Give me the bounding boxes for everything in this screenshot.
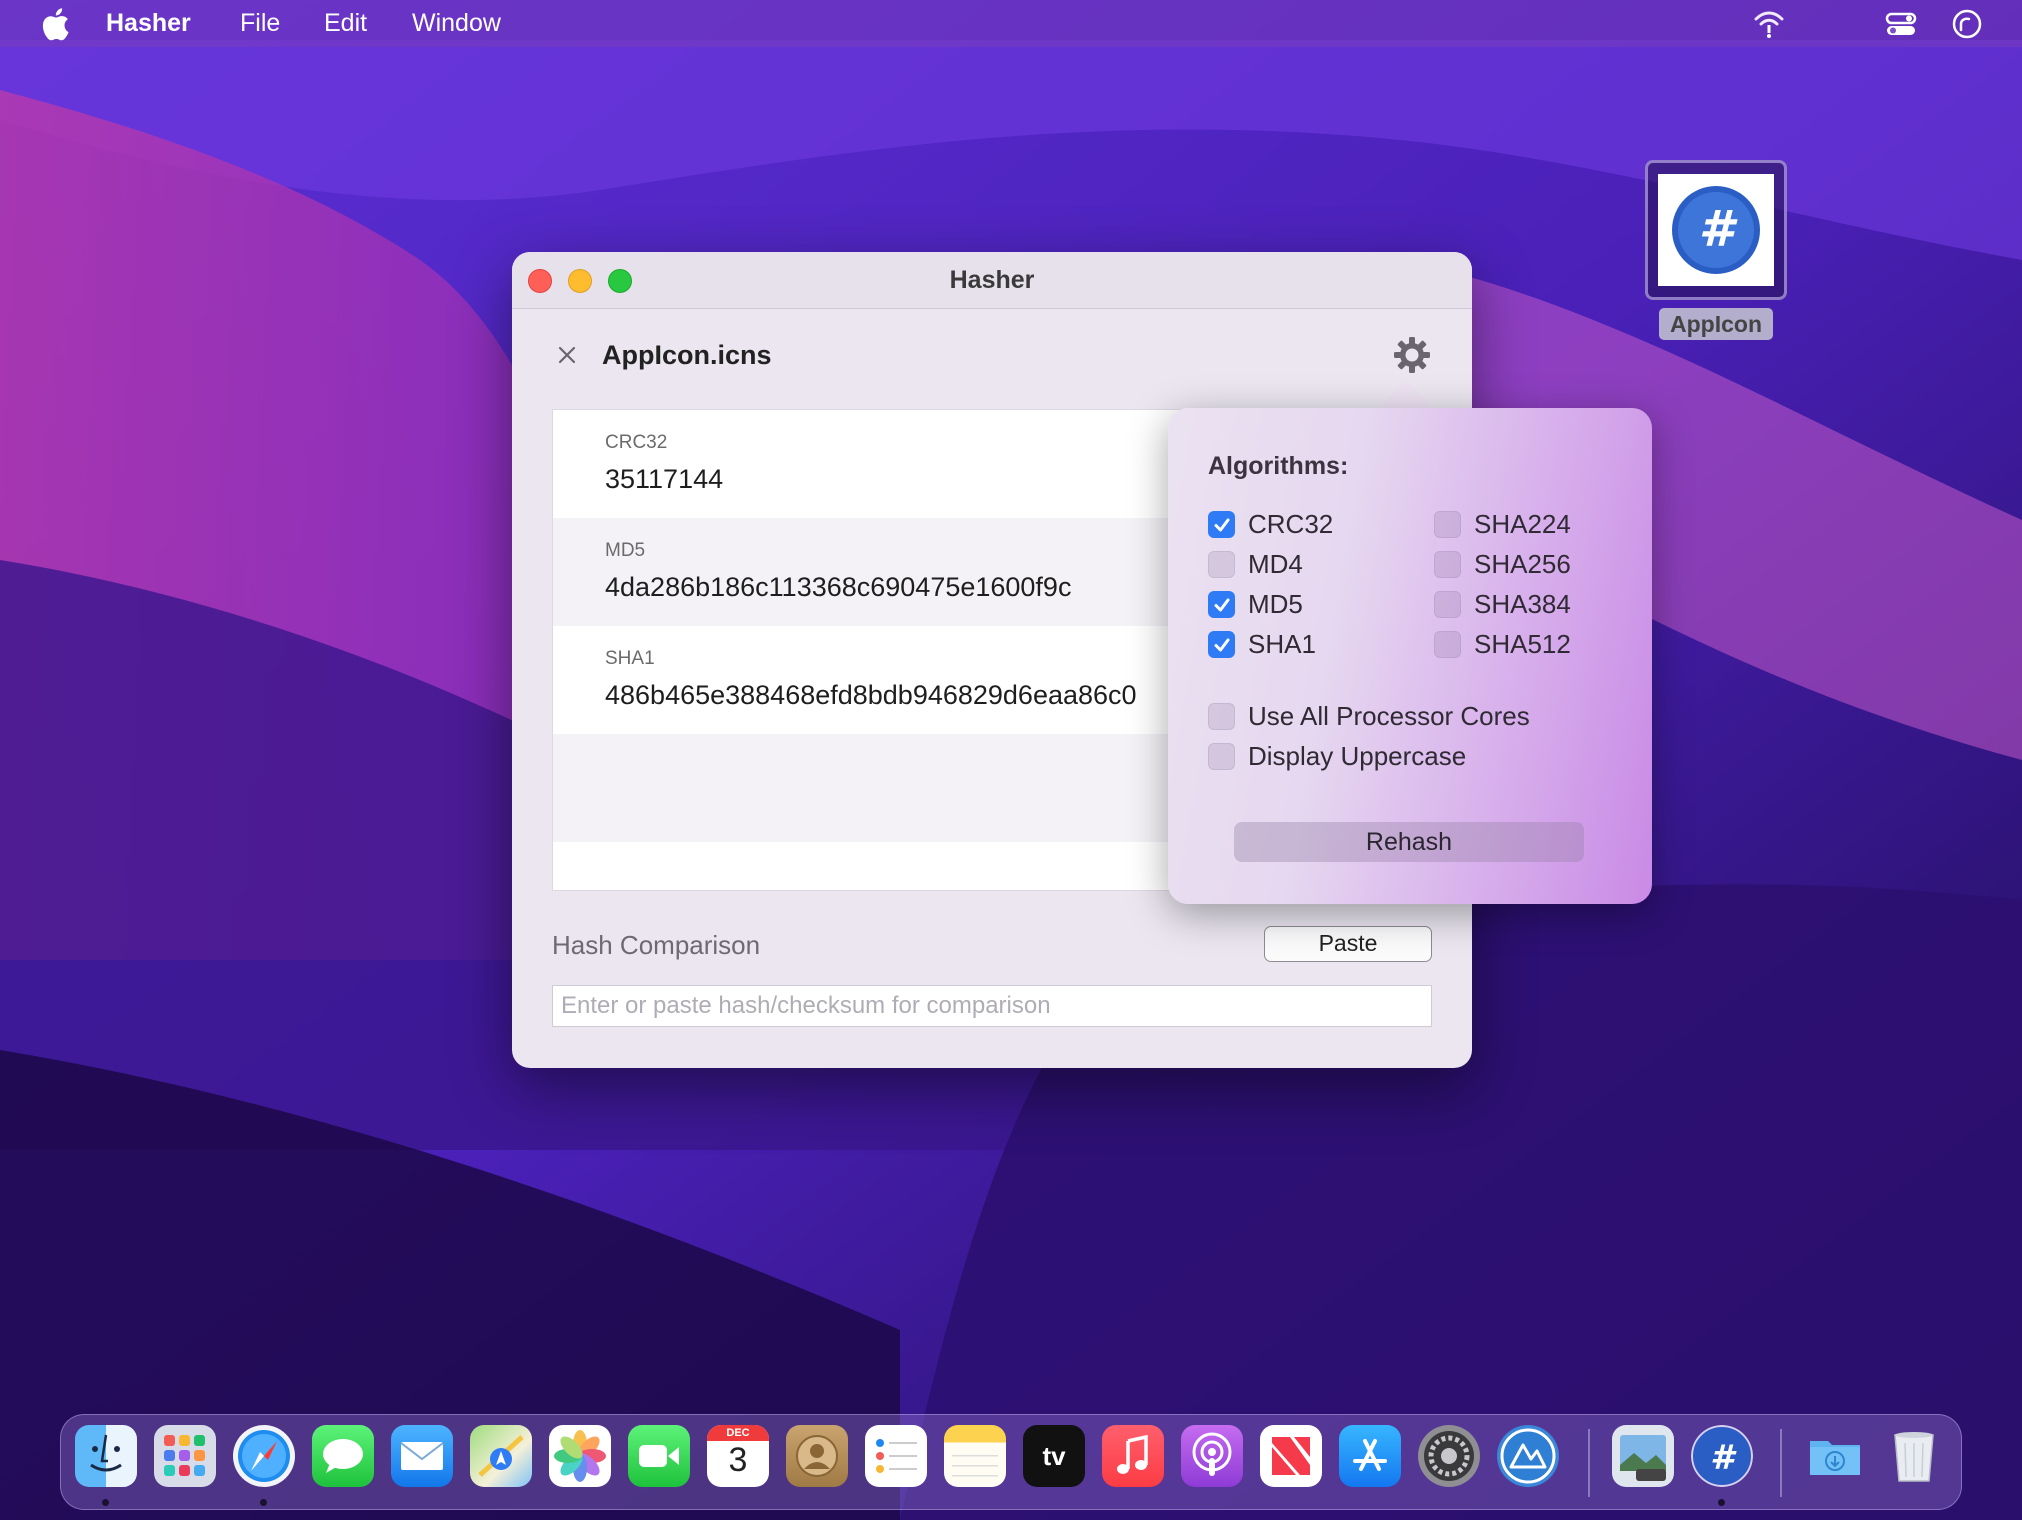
checkbox[interactable] xyxy=(1208,591,1235,618)
calendar-icon[interactable]: DEC 3 xyxy=(707,1425,769,1487)
option-display-uppercase[interactable]: Display Uppercase xyxy=(1208,741,1466,772)
option-use-all-cores[interactable]: Use All Processor Cores xyxy=(1208,701,1530,732)
system-preferences-icon[interactable] xyxy=(1418,1425,1480,1487)
podcasts-icon[interactable] xyxy=(1181,1425,1243,1487)
desktop-file-icon[interactable]: # AppIcon xyxy=(1645,160,1787,340)
mail-icon[interactable] xyxy=(391,1425,453,1487)
algorithm-option-sha256[interactable]: SHA256 xyxy=(1434,549,1571,580)
messages-icon[interactable] xyxy=(312,1425,374,1487)
checkmark-icon xyxy=(1214,598,1229,611)
algorithm-option-crc32[interactable]: CRC32 xyxy=(1208,509,1333,540)
checkbox-label: SHA384 xyxy=(1474,589,1571,619)
algorithm-option-sha384[interactable]: SHA384 xyxy=(1434,589,1571,620)
hash-algorithm-name: SHA1 xyxy=(605,648,655,669)
paste-button[interactable]: Paste xyxy=(1264,926,1432,962)
algorithm-option-sha1[interactable]: SHA1 xyxy=(1208,629,1316,660)
downloads-folder-icon[interactable] xyxy=(1804,1425,1866,1487)
checkbox-label: SHA224 xyxy=(1474,509,1571,539)
menu-edit[interactable]: Edit xyxy=(324,9,367,38)
checkbox[interactable] xyxy=(1208,551,1235,578)
checkbox-label: CRC32 xyxy=(1248,509,1334,539)
news-icon[interactable] xyxy=(1260,1425,1322,1487)
checkbox[interactable] xyxy=(1208,703,1235,730)
reminders-icon[interactable] xyxy=(865,1425,927,1487)
file-name: AppIcon.icns xyxy=(602,340,772,370)
menu-bar: Hasher File Edit Window xyxy=(0,0,2022,47)
svg-text:#: # xyxy=(1699,200,1738,258)
checkbox-label: SHA256 xyxy=(1474,549,1571,579)
algorithm-option-md4[interactable]: MD4 xyxy=(1208,549,1303,580)
svg-text:#: # xyxy=(1710,1438,1737,1478)
hash-algorithm-name: CRC32 xyxy=(605,432,668,453)
dock-separator xyxy=(1588,1429,1590,1497)
menu-window[interactable]: Window xyxy=(412,9,501,38)
algorithm-option-sha224[interactable]: SHA224 xyxy=(1434,509,1571,540)
siri-icon[interactable] xyxy=(1950,8,1984,40)
apple-tv-icon[interactable]: tv xyxy=(1023,1425,1085,1487)
file-header: AppIcon.icns xyxy=(512,310,1472,408)
hash-value[interactable]: 35117144 xyxy=(605,464,723,495)
running-indicator xyxy=(1718,1499,1725,1506)
preview-icon[interactable] xyxy=(1612,1425,1674,1487)
hash-app-icon: # xyxy=(1672,186,1760,274)
title-bar[interactable]: Hasher xyxy=(512,252,1472,309)
altstore-icon[interactable] xyxy=(1497,1425,1559,1487)
checkbox[interactable] xyxy=(1434,631,1461,658)
wifi-icon[interactable] xyxy=(1752,8,1786,40)
checkmark-icon xyxy=(1214,518,1229,531)
hasher-dock-icon[interactable]: # xyxy=(1691,1425,1753,1487)
facetime-icon[interactable] xyxy=(628,1425,690,1487)
desktop-file-thumbnail: # xyxy=(1658,174,1774,286)
checkbox-label: Use All Processor Cores xyxy=(1248,701,1530,731)
contacts-icon[interactable] xyxy=(786,1425,848,1487)
control-center-icon[interactable] xyxy=(1884,8,1918,40)
running-indicator xyxy=(102,1499,109,1506)
apple-tv-label: tv xyxy=(1042,1440,1066,1471)
launchpad-icon[interactable] xyxy=(154,1425,216,1487)
trash-icon[interactable] xyxy=(1883,1425,1945,1487)
checkbox-label: MD5 xyxy=(1248,589,1303,619)
checkbox-label: SHA1 xyxy=(1248,629,1316,659)
menu-app-name[interactable]: Hasher xyxy=(106,9,191,38)
checkbox[interactable] xyxy=(1434,551,1461,578)
checkbox[interactable] xyxy=(1208,631,1235,658)
window-title: Hasher xyxy=(949,266,1035,294)
checkbox-label: MD4 xyxy=(1248,549,1303,579)
settings-popover: Algorithms: CRC32 MD4 MD5 SHA1 SHA224 SH… xyxy=(1168,408,1652,904)
hash-value[interactable]: 486b465e388468efd8bdb946829d6eaa86c0 xyxy=(605,680,1137,711)
app-store-icon[interactable] xyxy=(1339,1425,1401,1487)
checkbox[interactable] xyxy=(1434,511,1461,538)
hash-value[interactable]: 4da286b186c113368c690475e1600f9c xyxy=(605,572,1071,603)
hash-comparison-input[interactable] xyxy=(552,985,1432,1027)
safari-icon[interactable] xyxy=(233,1425,295,1487)
menu-file[interactable]: File xyxy=(240,9,280,38)
algorithm-option-sha512[interactable]: SHA512 xyxy=(1434,629,1571,660)
checkbox[interactable] xyxy=(1434,591,1461,618)
desktop-file-frame: # xyxy=(1645,160,1787,300)
dock: DEC 3 tv # xyxy=(60,1414,1962,1510)
checkmark-icon xyxy=(1214,638,1229,651)
apple-menu-icon[interactable] xyxy=(40,7,70,41)
dock-separator xyxy=(1780,1429,1782,1497)
finder-icon[interactable] xyxy=(75,1425,137,1487)
maps-icon[interactable] xyxy=(470,1425,532,1487)
music-icon[interactable] xyxy=(1102,1425,1164,1487)
checkbox[interactable] xyxy=(1208,511,1235,538)
hash-algorithm-name: MD5 xyxy=(605,540,646,561)
checkbox[interactable] xyxy=(1208,743,1235,770)
desktop-file-label: AppIcon xyxy=(1659,308,1773,340)
algorithm-option-md5[interactable]: MD5 xyxy=(1208,589,1303,620)
checkbox-label: SHA512 xyxy=(1474,629,1571,659)
rehash-button[interactable]: Rehash xyxy=(1234,822,1584,862)
hash-comparison-label: Hash Comparison xyxy=(552,930,761,960)
checkbox-label: Display Uppercase xyxy=(1248,741,1467,771)
algorithms-heading: Algorithms: xyxy=(1208,452,1349,480)
notes-icon[interactable] xyxy=(944,1425,1006,1487)
gear-icon[interactable] xyxy=(1392,335,1432,375)
close-file-icon[interactable] xyxy=(556,344,578,366)
calendar-month: DEC xyxy=(707,1425,769,1441)
calendar-day: 3 xyxy=(728,1441,748,1479)
running-indicator xyxy=(260,1499,267,1506)
photos-icon[interactable] xyxy=(549,1425,611,1487)
